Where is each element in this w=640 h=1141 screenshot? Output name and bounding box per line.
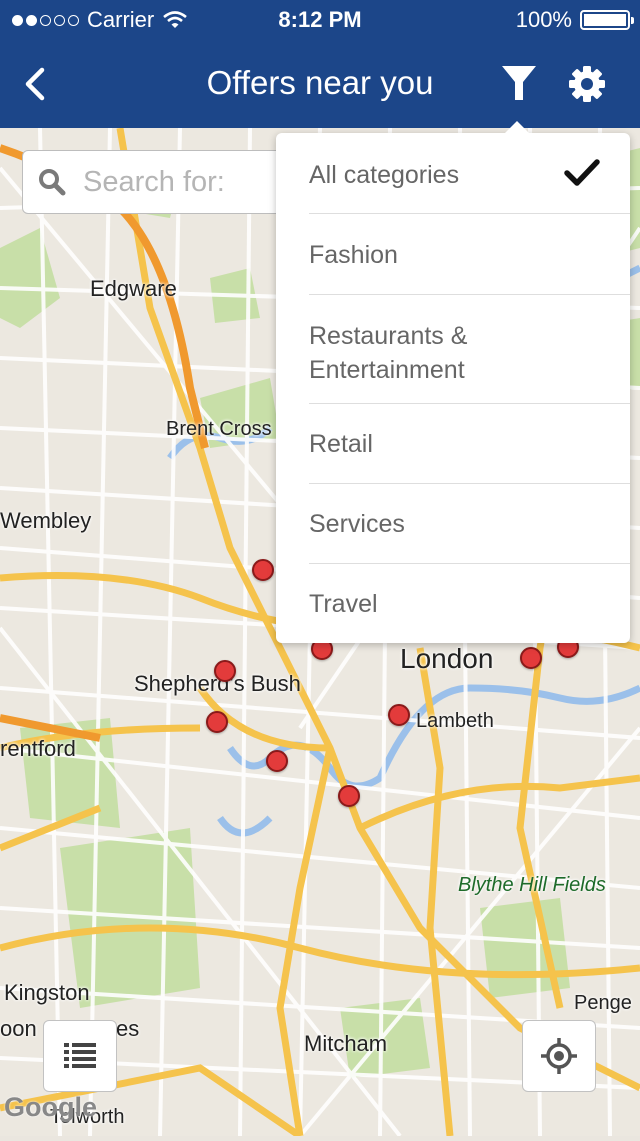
menu-item-retail[interactable]: Retail xyxy=(309,427,630,461)
menu-item-travel[interactable]: Travel xyxy=(309,587,630,621)
map-label-brent-cross: Brent Cross xyxy=(166,418,272,440)
map-label-partial-left: oon xyxy=(0,1016,37,1041)
list-view-button[interactable] xyxy=(43,1020,117,1092)
map-label-mitcham: Mitcham xyxy=(304,1031,388,1056)
map-label-wembley: Wembley xyxy=(0,508,92,533)
offer-pin[interactable] xyxy=(266,750,288,772)
map-label-edgware: Edgware xyxy=(90,276,177,301)
locate-me-button[interactable] xyxy=(522,1020,596,1092)
menu-divider xyxy=(309,483,630,484)
list-icon xyxy=(64,1043,96,1068)
category-filter-menu: All categories Fashion Restaurants & Ent… xyxy=(276,121,630,643)
crosshair-location-icon xyxy=(541,1038,577,1074)
map-label-penge: Penge xyxy=(574,992,632,1014)
settings-button[interactable] xyxy=(565,62,609,106)
offer-pin[interactable] xyxy=(214,660,236,682)
map-label-lambeth: Lambeth xyxy=(416,710,494,732)
offer-pin[interactable] xyxy=(252,559,274,581)
menu-item-fashion[interactable]: Fashion xyxy=(309,238,630,272)
map-attribution-logo: Google xyxy=(4,1092,97,1122)
funnel-icon xyxy=(502,66,536,100)
menu-caret xyxy=(504,121,530,134)
menu-item-label: Retail xyxy=(309,430,373,458)
map-label-partial-es: es xyxy=(116,1016,140,1041)
offer-pin[interactable] xyxy=(388,704,410,726)
menu-item-restaurants-entertainment[interactable]: Restaurants & Entertainment xyxy=(309,319,529,387)
map-label-kingston: Kingston xyxy=(4,980,90,1005)
menu-divider xyxy=(309,294,630,295)
filter-button[interactable] xyxy=(498,62,540,106)
menu-divider xyxy=(309,213,630,214)
menu-item-services[interactable]: Services xyxy=(309,507,630,541)
menu-divider xyxy=(309,403,630,404)
map-label-blythe-hill-fields: Blythe Hill Fields xyxy=(458,874,606,896)
menu-divider xyxy=(309,563,630,564)
page-title: Offers near you xyxy=(206,64,434,101)
status-bar: Carrier 8:12 PM 100% xyxy=(0,0,640,40)
menu-item-label: Fashion xyxy=(309,241,398,269)
battery-icon xyxy=(580,10,634,30)
offer-pin[interactable] xyxy=(338,785,360,807)
battery-percent: 100% xyxy=(515,7,572,32)
offer-pin[interactable] xyxy=(520,647,542,669)
menu-item-label: All categories xyxy=(309,161,460,189)
map-label-london: London xyxy=(400,643,494,674)
offer-pin[interactable] xyxy=(206,711,228,733)
menu-item-label: Restaurants & Entertainment xyxy=(309,322,468,384)
menu-item-label: Services xyxy=(309,510,405,538)
gear-icon xyxy=(569,66,605,102)
checkmark-icon xyxy=(564,159,600,186)
search-icon xyxy=(39,169,66,196)
map-label-brentford: rentford xyxy=(0,736,76,761)
menu-item-label: Travel xyxy=(309,590,378,618)
header: Carrier 8:12 PM 100% Offers near you xyxy=(0,0,640,128)
